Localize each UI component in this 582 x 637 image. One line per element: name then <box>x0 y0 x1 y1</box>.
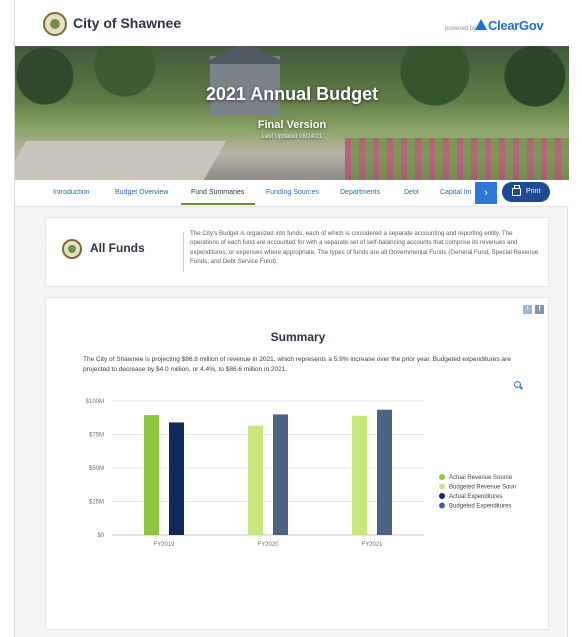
bar-fy2020-1 <box>248 425 263 535</box>
bar-fy2021-1 <box>352 415 367 535</box>
tab-introduction[interactable]: Introduction <box>53 189 90 196</box>
legend-swatch <box>439 474 445 480</box>
zoom-icon[interactable] <box>514 381 521 388</box>
cleargov-logo-icon <box>475 19 487 30</box>
twitter-share-icon[interactable]: t <box>523 305 532 314</box>
bar-fy2019-0 <box>144 415 159 535</box>
print-button-label: Print <box>526 188 541 195</box>
hero-banner: 2021 Annual Budget Final Version Last Up… <box>15 46 569 180</box>
powered-by-text: powered by <box>445 26 477 32</box>
x-tick-label: FY2019 <box>153 542 175 548</box>
nav-next-arrow-icon[interactable]: › <box>475 182 497 204</box>
legend-item: Budgeted Expenditures <box>449 504 511 510</box>
summary-description: The City of Shawnee is projecting $86.8 … <box>83 356 511 373</box>
x-tick-label: FY2021 <box>361 542 383 548</box>
city-name[interactable]: City of Shawnee <box>73 15 181 31</box>
hero-trees-image <box>15 46 569 116</box>
city-seal-logo <box>43 12 67 36</box>
legend-item: Budgeted Revenue Source <box>449 485 516 491</box>
legend-item: Actual Revenue Source <box>449 475 513 481</box>
version-subtitle: Final Version <box>257 119 327 131</box>
facebook-share-icon[interactable]: f <box>535 305 544 314</box>
tab-debt[interactable]: Debt <box>404 189 419 196</box>
y-tick-label: $0 <box>97 533 104 539</box>
tab-budget-overview[interactable]: Budget Overview <box>115 189 168 196</box>
summary-bar-chart: $0 $25M $50M $75M $100M FY2019 FY2020 FY2021 Act… <box>86 399 516 548</box>
cleargov-brand[interactable]: ClearGov <box>488 18 544 33</box>
y-tick-label: $75M <box>89 433 104 439</box>
hero-path-image <box>15 141 227 180</box>
hero-flowers-image <box>345 138 569 180</box>
all-funds-card: All Funds The City's Budget is organized… <box>45 217 549 287</box>
tab-departments[interactable]: Departments <box>340 189 380 196</box>
fund-seal-icon <box>62 239 82 259</box>
printer-icon <box>512 185 521 196</box>
section-nav: Introduction Budget Overview Fund Summar… <box>15 180 569 207</box>
active-tab-indicator <box>181 203 255 205</box>
all-funds-title: All Funds <box>90 241 145 255</box>
bar-fy2021-3 <box>377 409 392 535</box>
summary-title: Summary <box>270 330 326 344</box>
all-funds-description: The City's Budget is organized into fund… <box>190 230 539 265</box>
legend-item: Actual Expenditures <box>449 494 502 500</box>
legend-swatch <box>439 493 445 499</box>
bar-fy2020-3 <box>273 414 288 535</box>
page-title: 2021 Annual Budget <box>205 84 379 104</box>
y-tick-label: $100M <box>86 399 104 405</box>
legend-swatch <box>439 502 445 509</box>
bar-fy2019-2 <box>169 422 184 535</box>
funds-divider <box>183 232 184 272</box>
tab-fund-summaries[interactable]: Fund Summaries <box>191 189 244 196</box>
print-button[interactable]: Print <box>502 182 550 202</box>
last-updated-text: Last Updated 08/24/21 <box>261 134 323 140</box>
page-frame: City of Shawnee powered by ClearGov 2021… <box>14 0 569 637</box>
x-tick-label: FY2020 <box>257 542 279 548</box>
y-tick-label: $50M <box>89 466 104 472</box>
tab-capital-improvements[interactable]: Capital Im <box>440 189 472 196</box>
site-header: City of Shawnee powered by ClearGov <box>15 0 569 46</box>
y-tick-label: $25M <box>89 500 104 506</box>
legend-swatch <box>439 483 445 490</box>
tab-funding-sources[interactable]: Funding Sources <box>266 189 319 196</box>
summary-card: t f Summary The City of Shawnee is proje… <box>45 297 549 630</box>
